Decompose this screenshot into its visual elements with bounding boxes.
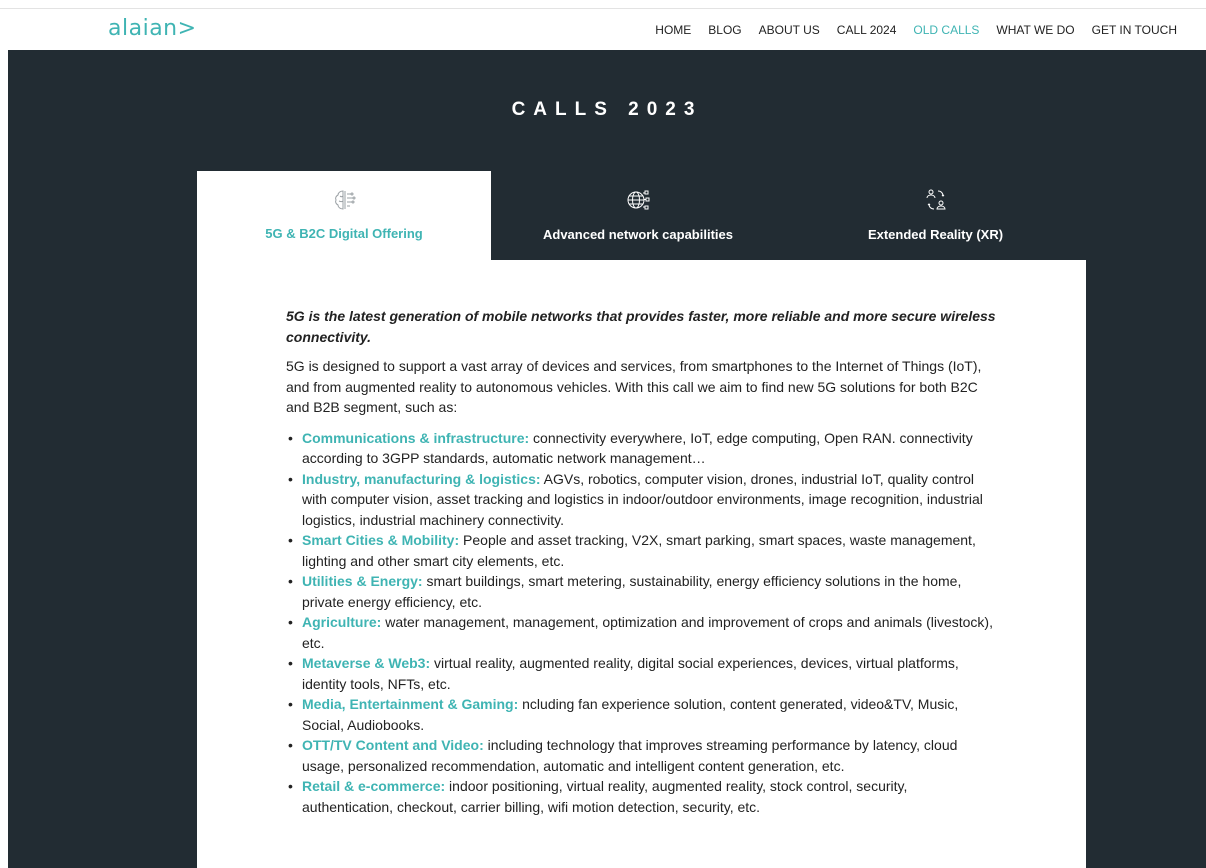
nav-call-2024[interactable]: CALL 2024 <box>837 22 897 38</box>
nav-home[interactable]: HOME <box>655 22 691 38</box>
item-title: Industry, manufacturing & logistics: <box>302 470 541 487</box>
tab-label: Advanced network capabilities <box>542 227 733 242</box>
list-item: Retail & e-commerce: indoor positioning,… <box>288 776 1002 817</box>
item-text: water management, management, optimizati… <box>302 614 993 651</box>
globe-network-icon <box>627 190 650 210</box>
list-item: Media, Entertainment & Gaming: ncluding … <box>288 694 1002 735</box>
list-item: Metaverse & Web3: virtual reality, augme… <box>288 653 1002 694</box>
logo[interactable]: alaian> <box>108 18 197 40</box>
main-nav: HOME BLOG ABOUT US CALL 2024 OLD CALLS W… <box>655 22 1177 38</box>
list-item: Industry, manufacturing & logistics: AGV… <box>288 469 1002 531</box>
tab-label: Extended Reality (XR) <box>867 227 1004 242</box>
tab-5g-b2c[interactable]: 5G & B2C Digital Offering <box>197 171 491 260</box>
brain-circuit-icon <box>335 190 356 210</box>
list-item: Agriculture: water management, managemen… <box>288 612 1002 653</box>
intro-paragraph: 5G is designed to support a vast array o… <box>286 358 982 415</box>
page-title: CALLS 2023 <box>511 99 703 120</box>
item-title: Utilities & Energy: <box>302 573 423 589</box>
sector-list: Communications & infrastructure: connect… <box>286 428 1002 818</box>
list-item: Utilities & Energy: smart buildings, sma… <box>288 571 1002 612</box>
call-tabs: 5G & B2C Digital Offering Advanced netwo… <box>197 171 1086 260</box>
item-title: OTT/TV Content and Video: <box>302 737 484 753</box>
tab-advanced-network[interactable]: Advanced network capabilities <box>491 171 785 260</box>
list-item: Communications & infrastructure: connect… <box>288 428 1002 469</box>
list-item: Smart Cities & Mobility: People and asse… <box>288 530 1002 571</box>
call-description: 5G is the latest generation of mobile ne… <box>286 306 1002 817</box>
nav-old-calls[interactable]: OLD CALLS <box>913 22 979 38</box>
people-exchange-icon <box>926 189 946 210</box>
item-title: Communications & infrastructure: <box>302 429 530 446</box>
list-item: OTT/TV Content and Video: including tech… <box>288 735 1002 776</box>
item-title: Smart Cities & Mobility: <box>302 532 460 548</box>
item-title: Media, Entertainment & Gaming: <box>302 696 519 712</box>
tab-label: 5G & B2C Digital Offering <box>265 226 423 241</box>
nav-what-we-do[interactable]: WHAT WE DO <box>996 22 1074 38</box>
site-header: alaian> HOME BLOG ABOUT US CALL 2024 OLD… <box>0 9 1206 50</box>
item-title: Agriculture: <box>302 614 382 630</box>
nav-blog[interactable]: BLOG <box>708 22 741 38</box>
nav-about-us[interactable]: ABOUT US <box>759 22 820 38</box>
tab-extended-reality[interactable]: Extended Reality (XR) <box>785 171 1086 260</box>
item-title: Retail & e-commerce: <box>302 778 446 794</box>
item-title: Metaverse & Web3: <box>302 655 431 671</box>
lead-paragraph: 5G is the latest generation of mobile ne… <box>286 308 996 345</box>
tab-panel: 5G is the latest generation of mobile ne… <box>197 260 1086 868</box>
nav-get-in-touch[interactable]: GET IN TOUCH <box>1092 22 1177 38</box>
